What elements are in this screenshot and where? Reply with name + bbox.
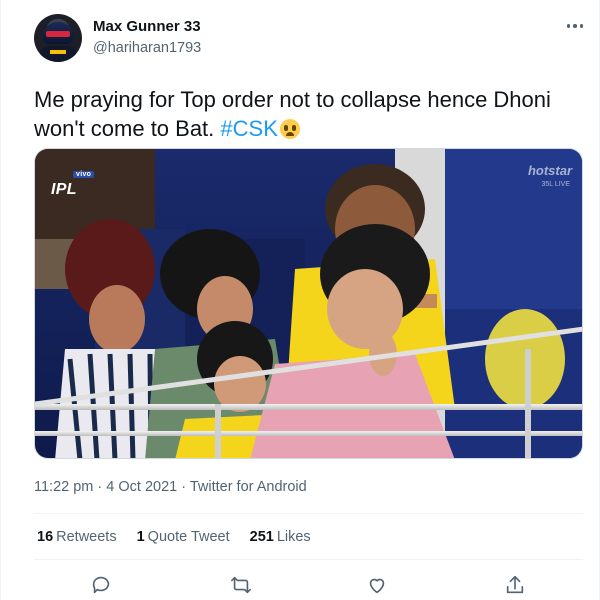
retweet-icon[interactable] (230, 574, 252, 596)
tweet-meta: 11:22 pm · 4 Oct 2021 · Twitter for Andr… (34, 479, 307, 495)
broadcaster-watermark: hotstar (527, 163, 572, 178)
media-photo (35, 149, 582, 458)
retweets-count: 16 (37, 529, 54, 545)
tweet-card: Max Gunner 33 @hariharan1793 Me praying … (0, 0, 600, 600)
quotes-stat[interactable]: 1 Quote Tweet (137, 529, 230, 545)
avatar[interactable] (34, 14, 82, 62)
more-dot (579, 24, 584, 28)
live-viewers-label: 35L LIVE (541, 181, 570, 188)
divider (34, 559, 583, 560)
user-handle[interactable]: @hariharan1793 (93, 40, 201, 56)
tweet-text: Me praying for Top order not to collapse… (34, 85, 579, 143)
avatar-visor (46, 31, 70, 37)
more-dot (573, 24, 577, 28)
avatar-body (39, 46, 77, 62)
likes-stat[interactable]: 251 Likes (250, 529, 311, 545)
retweets-stat[interactable]: 16 Retweets (37, 529, 117, 545)
like-icon[interactable] (366, 574, 388, 596)
tweet-actions (34, 574, 583, 596)
avatar-stripe (50, 50, 66, 54)
retweets-label: Retweets (56, 529, 117, 545)
hashtag-link[interactable]: #CSK (220, 116, 277, 141)
tweet-media[interactable]: vivo IPL hotstar 35L LIVE (34, 148, 583, 459)
ipl-logo: IPL (51, 181, 77, 198)
likes-count: 251 (249, 529, 274, 545)
fearful-face-emoji-icon (279, 119, 300, 139)
tweet-stats: 16 Retweets 1 Quote Tweet 251 Likes (37, 529, 311, 545)
share-icon[interactable] (504, 574, 526, 596)
more-dot (566, 24, 571, 28)
reply-icon[interactable] (90, 574, 112, 596)
divider (34, 513, 583, 514)
tweet-timestamp[interactable]: 11:22 pm · 4 Oct 2021 · Twitter for Andr… (34, 479, 307, 495)
sponsor-label: vivo (73, 171, 95, 178)
likes-label: Likes (276, 529, 311, 545)
display-name[interactable]: Max Gunner 33 (93, 18, 201, 35)
quotes-count: 1 (136, 529, 145, 545)
quotes-label: Quote Tweet (147, 529, 230, 545)
more-icon[interactable] (563, 16, 587, 36)
